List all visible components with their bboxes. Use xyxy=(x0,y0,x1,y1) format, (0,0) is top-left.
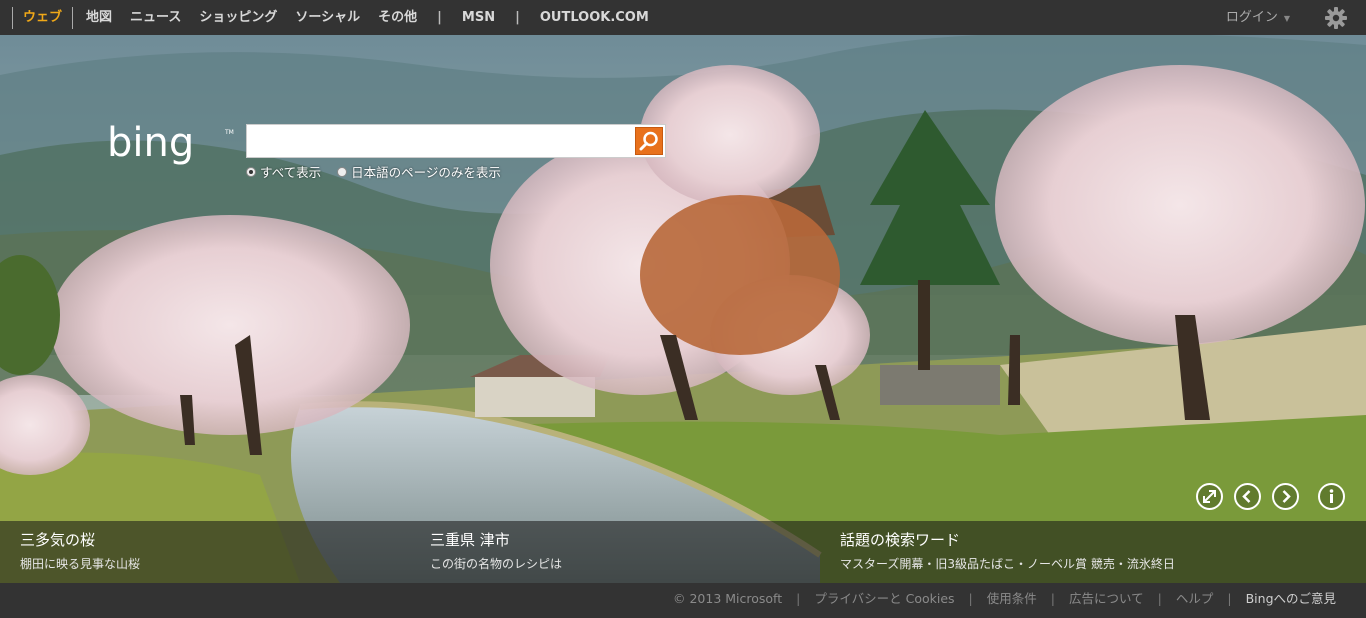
nav-outlook[interactable]: OUTLOOK.COM xyxy=(531,0,658,35)
hotspot-subtitle: この街の名物のレシピは xyxy=(430,557,563,571)
hotspot-image-info[interactable]: 三多気の桜 棚田に映る見事な山桜 xyxy=(20,529,140,572)
nav-separator: | xyxy=(437,10,442,25)
top-navigation-bar: ウェブ 地図 ニュース ショッピング ソーシャル その他 | MSN | OUT… xyxy=(0,0,1366,35)
terms-link[interactable]: 使用条件 xyxy=(987,583,1037,614)
search-scope-options: すべて表示 日本語のページのみを表示 xyxy=(246,162,501,181)
bing-logo[interactable]: bing TM xyxy=(107,120,237,172)
footer-links: © 2013 Microsoft | プライバシーと Cookies | 使用条… xyxy=(673,583,1336,614)
footer-separator: | xyxy=(1157,591,1162,606)
search-icon xyxy=(639,131,658,151)
chevron-down-icon: ▼ xyxy=(1283,14,1290,23)
info-icon xyxy=(1329,489,1334,503)
background-image xyxy=(0,35,1366,583)
next-image-button[interactable] xyxy=(1272,483,1299,510)
feedback-link[interactable]: Bingへのご意見 xyxy=(1246,583,1336,614)
login-label: ログイン xyxy=(1225,10,1278,25)
nav-maps[interactable]: 地図 xyxy=(77,0,121,35)
gear-icon[interactable] xyxy=(1324,6,1348,30)
svg-text:TM: TM xyxy=(224,129,234,136)
hotspot-subtitle: マスターズ開幕・旧3級品たばこ・ノーベル賞 競売・流氷終日 xyxy=(840,557,1175,571)
copyright: © 2013 Microsoft xyxy=(673,591,783,606)
ads-link[interactable]: 広告について xyxy=(1069,583,1144,614)
search-box xyxy=(246,124,666,158)
search-button[interactable] xyxy=(635,127,663,155)
privacy-link[interactable]: プライバシーと Cookies xyxy=(814,583,954,614)
previous-image-button[interactable] xyxy=(1234,483,1261,510)
fullscreen-button[interactable] xyxy=(1196,483,1223,510)
nav-msn[interactable]: MSN xyxy=(453,0,504,35)
landscape-image xyxy=(0,35,1366,583)
prev-icon xyxy=(1242,490,1251,503)
footer-separator: | xyxy=(1050,591,1055,606)
nav-social[interactable]: ソーシャル xyxy=(286,0,369,35)
help-link[interactable]: ヘルプ xyxy=(1176,583,1214,614)
scope-all-label: すべて表示 xyxy=(260,165,322,180)
hotspot-title: 三重県 津市 xyxy=(430,531,510,549)
nav-more[interactable]: その他 xyxy=(369,0,426,35)
nav-shopping[interactable]: ショッピング xyxy=(190,0,286,35)
login-button[interactable]: ログイン ▼ xyxy=(1226,0,1290,36)
scope-japanese-label: 日本語のページのみを表示 xyxy=(351,165,501,180)
footer: © 2013 Microsoft | プライバシーと Cookies | 使用条… xyxy=(0,583,1366,618)
image-info-button[interactable] xyxy=(1318,483,1345,510)
search-input[interactable] xyxy=(251,128,631,154)
footer-separator: | xyxy=(796,591,801,606)
nav-web[interactable]: ウェブ xyxy=(12,6,74,29)
next-icon xyxy=(1282,490,1291,503)
hotspot-location[interactable]: 三重県 津市 この街の名物のレシピは xyxy=(430,529,562,572)
radio-button[interactable] xyxy=(246,166,256,177)
scope-japanese-option[interactable]: 日本語のページのみを表示 xyxy=(337,162,501,181)
svg-text:bing: bing xyxy=(107,120,194,166)
nav-separator: | xyxy=(515,10,520,25)
nav-list: ウェブ 地図 ニュース ショッピング ソーシャル その他 | MSN | OUT… xyxy=(0,0,658,35)
scope-all-option[interactable]: すべて表示 xyxy=(246,162,321,181)
fullscreen-icon xyxy=(1203,490,1216,503)
footer-separator: | xyxy=(1227,591,1232,606)
hotspot-title: 三多気の桜 xyxy=(20,531,96,549)
nav-news[interactable]: ニュース xyxy=(121,0,190,35)
hotspot-trending[interactable]: 話題の検索ワード マスターズ開幕・旧3級品たばこ・ノーベル賞 競売・流氷終日 xyxy=(840,529,1175,572)
hotspot-title: 話題の検索ワード xyxy=(840,531,961,549)
footer-separator: | xyxy=(968,591,973,606)
radio-button[interactable] xyxy=(337,166,348,177)
hotspot-strip: 三多気の桜 棚田に映る見事な山桜 三重県 津市 この街の名物のレシピは 話題の検… xyxy=(0,521,1366,583)
hotspot-subtitle: 棚田に映る見事な山桜 xyxy=(20,557,141,571)
